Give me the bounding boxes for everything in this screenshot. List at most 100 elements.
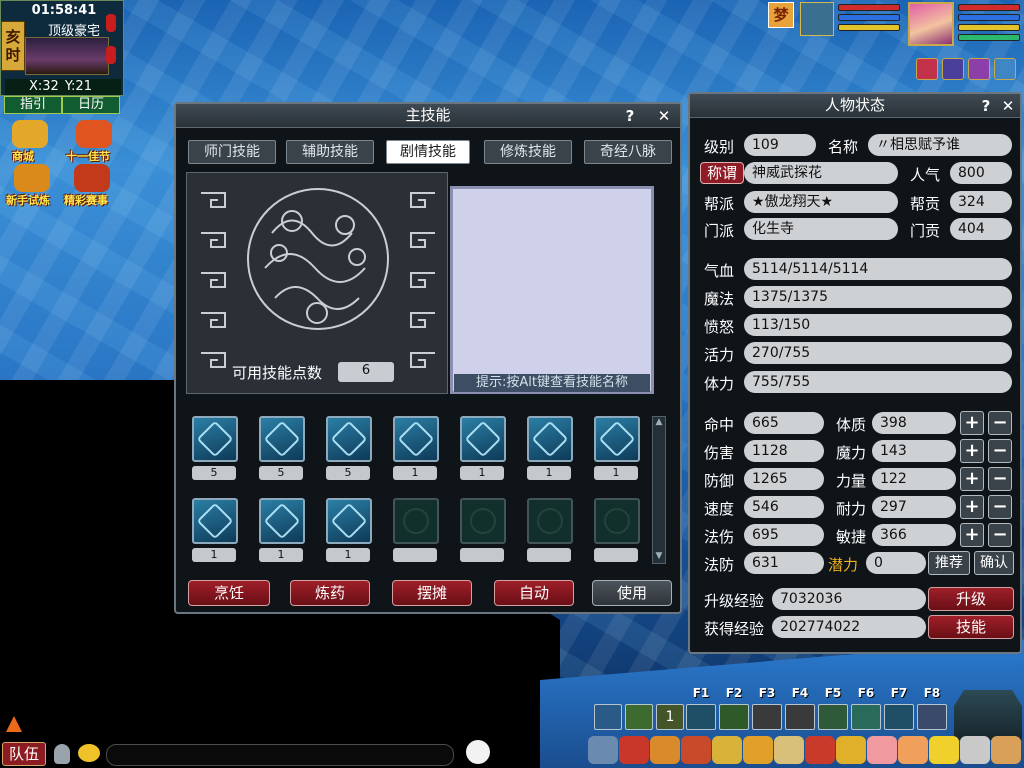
map-thumbnail[interactable] xyxy=(25,37,109,75)
chat-input[interactable] xyxy=(106,744,454,766)
attr-plus-button[interactable]: + xyxy=(960,495,984,519)
skill-slot-frame[interactable] xyxy=(460,416,506,462)
fan-icon[interactable] xyxy=(805,736,835,764)
character-portrait[interactable] xyxy=(908,2,954,46)
skill-slot[interactable] xyxy=(594,498,640,564)
stall-button[interactable]: 摆摊 xyxy=(392,580,472,606)
recommend-button[interactable]: 推荐 xyxy=(928,551,970,575)
scroll-down-icon[interactable]: ▼ xyxy=(653,551,665,563)
attr-minus-button[interactable]: − xyxy=(988,467,1012,491)
tab-sect-skills[interactable]: 师门技能 xyxy=(188,140,276,164)
pet-avatar[interactable] xyxy=(800,2,834,36)
merchant-icon[interactable] xyxy=(712,736,742,764)
handshake-icon[interactable] xyxy=(898,736,928,764)
hotbar-slot-icon[interactable] xyxy=(818,704,848,730)
microphone-icon[interactable] xyxy=(54,744,70,764)
auto-button[interactable]: 自动 xyxy=(494,580,574,606)
bell-icon[interactable] xyxy=(836,736,866,764)
skill-slot-frame[interactable] xyxy=(326,498,372,544)
activity-events[interactable]: 精彩赛事 xyxy=(64,164,120,208)
skill-slot-frame[interactable] xyxy=(326,416,372,462)
skill-slot-frame[interactable] xyxy=(594,416,640,462)
alchemy-button[interactable]: 炼药 xyxy=(290,580,370,606)
house-icon[interactable] xyxy=(991,736,1021,764)
skill-slot[interactable]: 5 xyxy=(259,416,305,482)
skill-slot[interactable]: 1 xyxy=(460,416,506,482)
hotbar-slot-icon[interactable] xyxy=(719,704,749,730)
gift-icon[interactable] xyxy=(743,736,773,764)
skill-slot[interactable]: 1 xyxy=(259,498,305,564)
skill-slot-frame[interactable] xyxy=(393,498,439,544)
attr-plus-button[interactable]: + xyxy=(960,467,984,491)
title-button[interactable]: 称谓 xyxy=(700,162,744,184)
skill-slot-frame[interactable] xyxy=(594,498,640,544)
skill-slot-frame[interactable] xyxy=(460,498,506,544)
character-close-button[interactable]: ✕ xyxy=(998,96,1018,116)
skill-slot[interactable]: 1 xyxy=(326,498,372,564)
hotbar-slot-icon[interactable] xyxy=(884,704,914,730)
skill-slot-frame[interactable] xyxy=(192,416,238,462)
skill-slot[interactable]: 1 xyxy=(594,416,640,482)
guide-button[interactable]: 指引 xyxy=(4,96,62,114)
hotbar-gear-icon[interactable] xyxy=(625,704,653,730)
sword-icon[interactable] xyxy=(588,736,618,764)
magnifier-icon[interactable] xyxy=(994,58,1016,80)
emoji-icon[interactable] xyxy=(78,744,100,762)
skills-help-button[interactable]: ? xyxy=(620,106,640,126)
tab-meridian-skills[interactable]: 奇经八脉 xyxy=(584,140,672,164)
skill-slot[interactable] xyxy=(527,498,573,564)
peach-icon[interactable] xyxy=(867,736,897,764)
activity-festival[interactable]: 十一佳节 xyxy=(66,120,122,164)
team-button[interactable]: 队伍 xyxy=(2,742,46,766)
attr-plus-button[interactable]: + xyxy=(960,523,984,547)
hotbar-slot-icon[interactable] xyxy=(752,704,782,730)
orb-icon[interactable] xyxy=(942,58,964,80)
attr-minus-button[interactable]: − xyxy=(988,523,1012,547)
calendar-button[interactable]: 日历 xyxy=(62,96,120,114)
scroll-icon[interactable] xyxy=(774,736,804,764)
skill-slot[interactable]: 1 xyxy=(192,498,238,564)
hotbar-count[interactable]: 1 xyxy=(656,704,684,730)
skill-slot[interactable]: 1 xyxy=(527,416,573,482)
tab-cultivation-skills[interactable]: 修炼技能 xyxy=(484,140,572,164)
attr-plus-button[interactable]: + xyxy=(960,439,984,463)
smiley-icon[interactable] xyxy=(929,736,959,764)
hotbar-slot-icon[interactable] xyxy=(851,704,881,730)
character-window-header[interactable]: 人物状态 xyxy=(690,94,1020,118)
skills-window[interactable]: 主技能 ? ✕ 师门技能 辅助技能 剧情技能 修炼技能 奇经八脉 可用技能点数 … xyxy=(174,102,682,614)
skills-scrollbar[interactable]: ▲ ▼ xyxy=(652,416,666,564)
cooking-button[interactable]: 烹饪 xyxy=(188,580,270,606)
attr-minus-button[interactable]: − xyxy=(988,495,1012,519)
treasure-chest-icon[interactable] xyxy=(619,736,649,764)
skill-slot[interactable]: 5 xyxy=(192,416,238,482)
hotbar-slot-icon[interactable] xyxy=(917,704,947,730)
scroll-up-icon[interactable]: ▲ xyxy=(653,417,665,429)
skill-slot-frame[interactable] xyxy=(527,498,573,544)
skill-slot-frame[interactable] xyxy=(192,498,238,544)
activity-mall[interactable]: 商城 xyxy=(12,120,52,164)
attr-plus-button[interactable]: + xyxy=(960,411,984,435)
skill-slot-frame[interactable] xyxy=(527,416,573,462)
pagoda-menu-icon[interactable] xyxy=(954,690,1022,740)
heart-icon[interactable] xyxy=(916,58,938,80)
pet-status-badge[interactable]: 梦 xyxy=(768,2,794,28)
pencil-icon[interactable] xyxy=(960,736,990,764)
attr-minus-button[interactable]: − xyxy=(988,411,1012,435)
hotbar-sword-icon[interactable] xyxy=(594,704,622,730)
bag-icon[interactable] xyxy=(650,736,680,764)
tab-support-skills[interactable]: 辅助技能 xyxy=(286,140,374,164)
confirm-button[interactable]: 确认 xyxy=(974,551,1014,575)
skills-window-header[interactable]: 主技能 xyxy=(176,104,680,128)
pet-icon[interactable] xyxy=(681,736,711,764)
use-button[interactable]: 使用 xyxy=(592,580,672,606)
hotbar-slot-icon[interactable] xyxy=(785,704,815,730)
attr-minus-button[interactable]: − xyxy=(988,439,1012,463)
skill-slot[interactable] xyxy=(460,498,506,564)
character-help-button[interactable]: ? xyxy=(976,96,996,116)
skill-slot[interactable] xyxy=(393,498,439,564)
potion-icon[interactable] xyxy=(968,58,990,80)
character-status-window[interactable]: 人物状态 ? ✕ 级别 109 名称 〃相思赋予谁 称谓 神威武探花 人气 80… xyxy=(688,92,1022,654)
skill-slot-frame[interactable] xyxy=(259,498,305,544)
skills-close-button[interactable]: ✕ xyxy=(654,106,674,126)
level-up-button[interactable]: 升级 xyxy=(928,587,1014,611)
